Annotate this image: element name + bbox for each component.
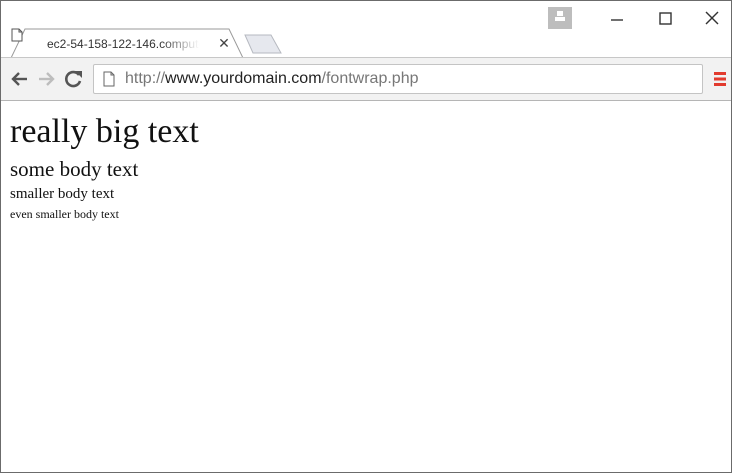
forward-icon[interactable]: [35, 69, 57, 89]
toolbar: http://www.yourdomain.com/fontwrap.php: [1, 58, 731, 101]
some-body-text: some body text: [10, 157, 139, 181]
reload-icon[interactable]: [62, 68, 84, 90]
page-info-icon[interactable]: [103, 71, 115, 87]
url-scheme: http://: [125, 70, 166, 87]
even-smaller-body-text: even smaller body text: [10, 207, 119, 221]
browser-window: ec2-54-158-122-146.compute ✕ http://www.…: [0, 0, 732, 473]
url-path: /fontwrap.php: [321, 70, 419, 87]
menu-icon[interactable]: [712, 70, 728, 88]
title-bar: ec2-54-158-122-146.compute ✕: [1, 1, 731, 59]
tab-title-fade: [161, 34, 209, 54]
maximize-button[interactable]: [647, 7, 683, 31]
back-icon[interactable]: [9, 69, 31, 89]
url-text[interactable]: http://www.yourdomain.com/fontwrap.php: [125, 70, 418, 88]
url-host: www.yourdomain.com: [165, 70, 322, 87]
page-icon: [11, 28, 23, 42]
page-content: really big text some body text smaller b…: [1, 101, 731, 472]
smaller-body-text: smaller body text: [10, 186, 115, 202]
new-tab-button[interactable]: [243, 33, 283, 55]
address-bar[interactable]: http://www.yourdomain.com/fontwrap.php: [93, 64, 703, 94]
person-icon: [555, 11, 565, 21]
minimize-button[interactable]: [599, 7, 635, 31]
really-big-text: really big text: [10, 113, 199, 150]
tab-active[interactable]: ec2-54-158-122-146.compute ✕: [11, 28, 243, 59]
tab-close-icon[interactable]: ✕: [216, 34, 232, 52]
profile-button[interactable]: [548, 7, 572, 29]
close-window-button[interactable]: [694, 7, 730, 31]
